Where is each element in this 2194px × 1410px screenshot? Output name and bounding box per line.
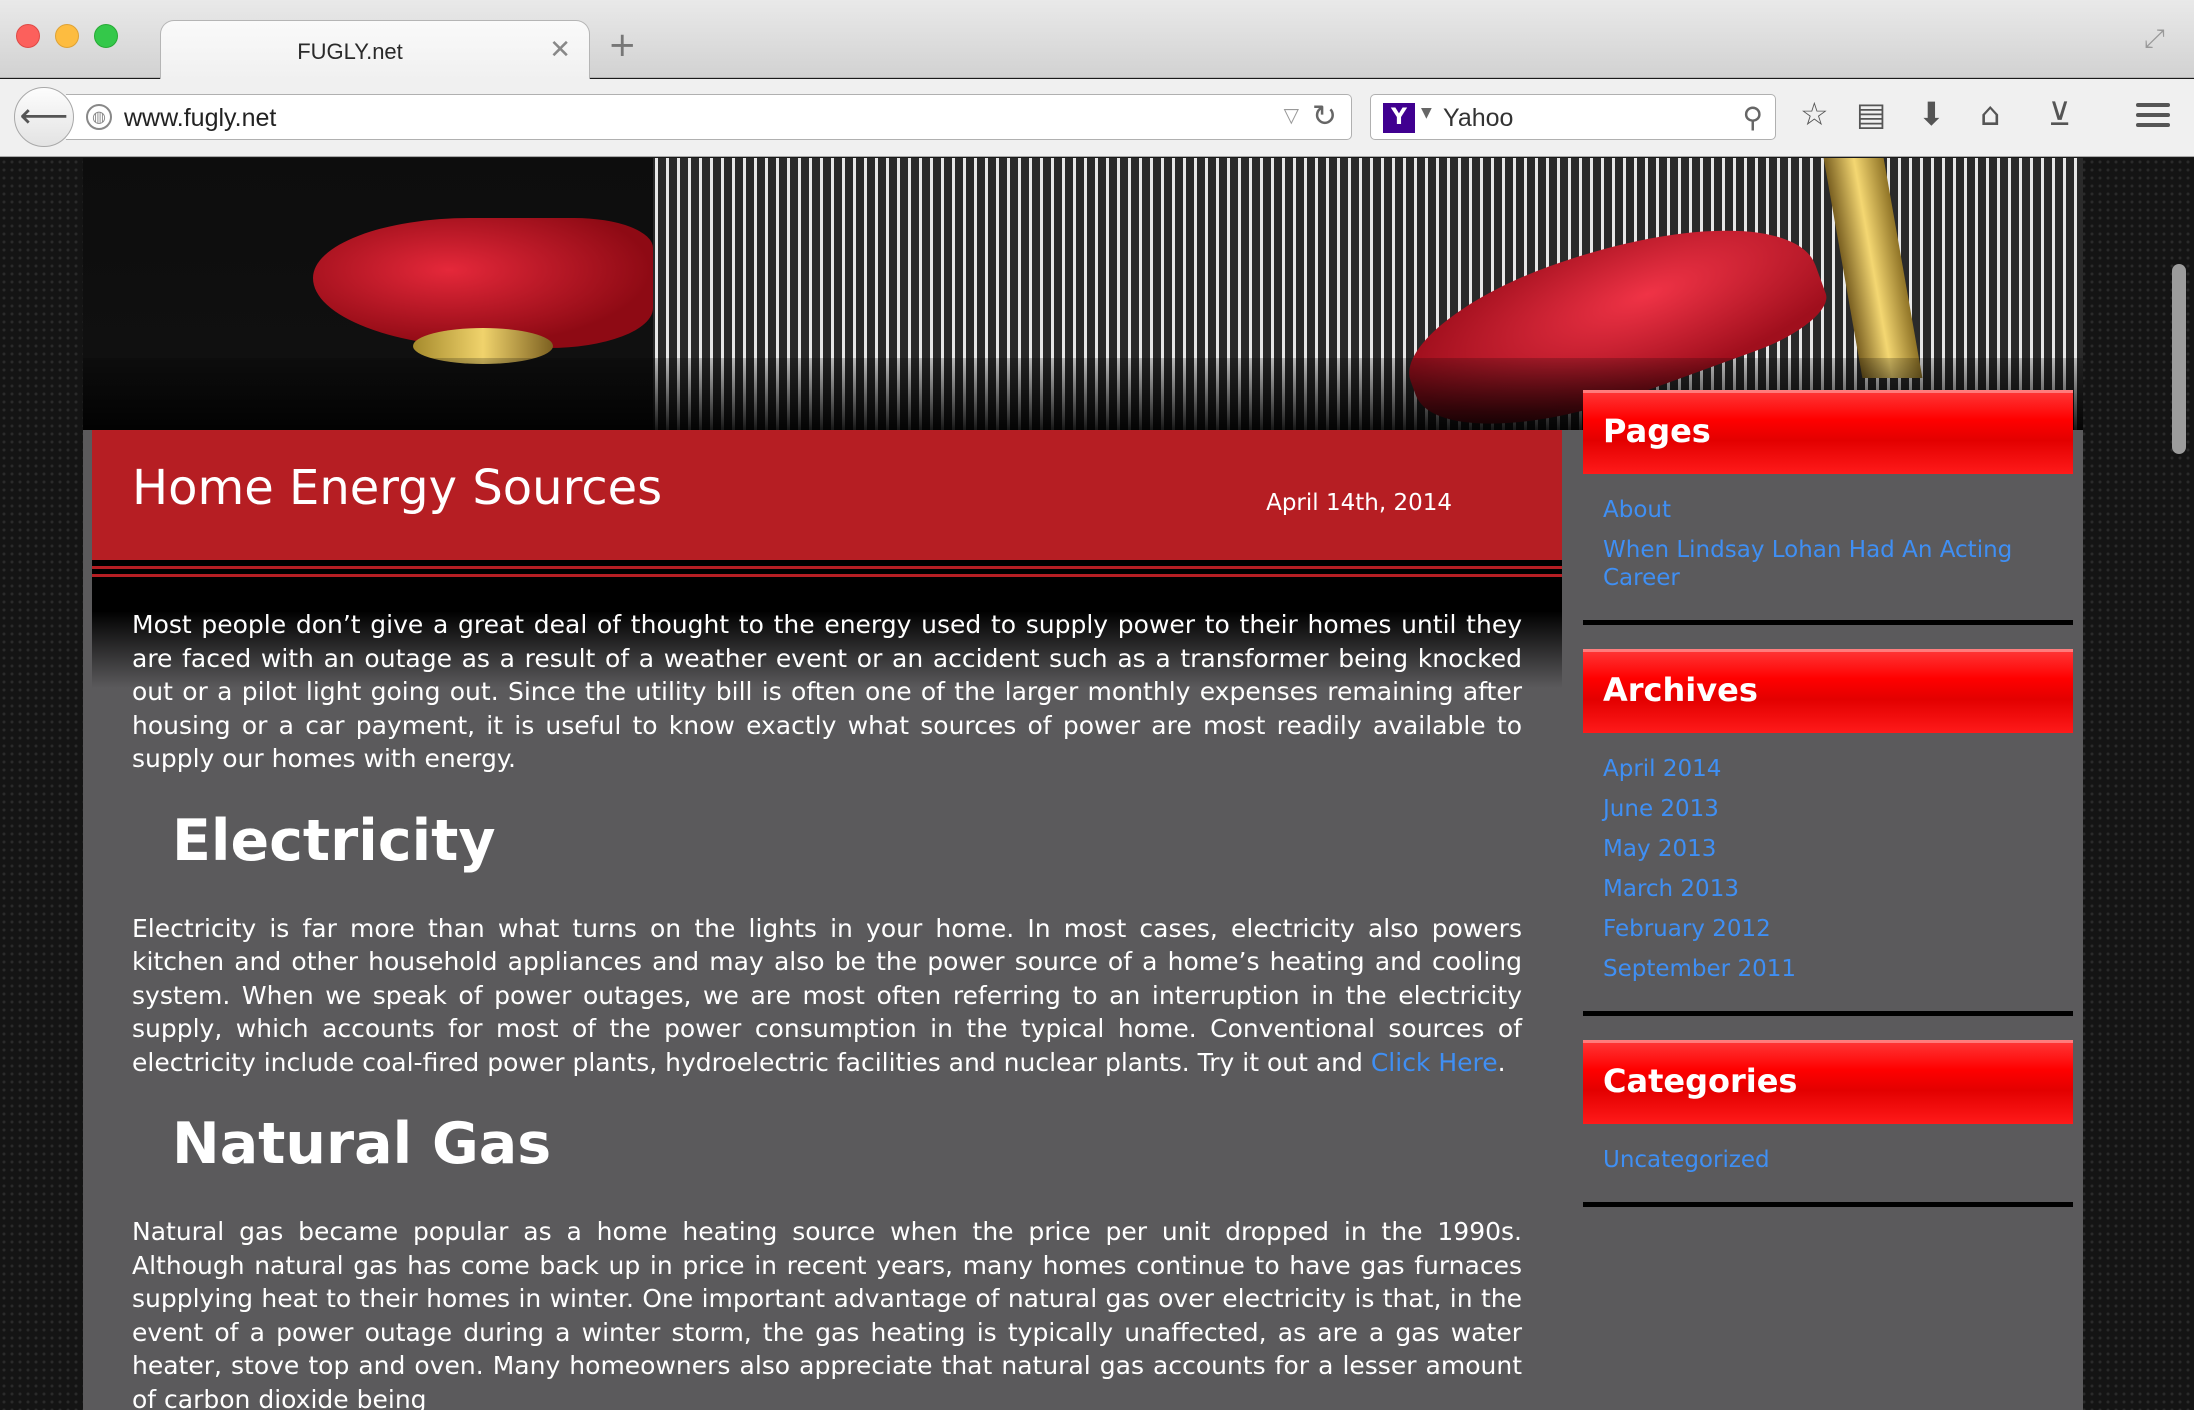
page-link-lindsay-lohan[interactable]: When Lindsay Lohan Had An Acting Career <box>1603 536 2053 592</box>
yahoo-logo-icon[interactable]: Y <box>1383 103 1415 133</box>
post-title[interactable]: Home Energy Sources <box>132 460 662 516</box>
reload-icon[interactable]: ↻ <box>1312 99 1337 134</box>
archive-link[interactable]: February 2012 <box>1603 915 2053 943</box>
pages-widget: Pages About When Lindsay Lohan Had An Ac… <box>1583 390 2073 625</box>
url-history-dropdown-icon[interactable]: ▽ <box>1284 103 1299 127</box>
post-content: Most people don’t give a great deal of t… <box>132 608 1522 1410</box>
pages-widget-title: Pages <box>1583 390 2073 474</box>
archives-widget-title: Archives <box>1583 649 2073 733</box>
post-date: April 14th, 2014 <box>1266 490 1452 516</box>
click-here-link[interactable]: Click Here <box>1371 1048 1498 1077</box>
sidebar: Pages About When Lindsay Lohan Had An Ac… <box>1583 390 2073 1231</box>
natural-gas-paragraph: Natural gas became popular as a home hea… <box>132 1217 1522 1410</box>
menu-hamburger-icon[interactable] <box>2136 103 2170 133</box>
globe-icon: ◍ <box>86 104 112 130</box>
save-download-icon[interactable]: ⊻ <box>2048 95 2071 133</box>
minimize-window-button[interactable] <box>55 24 79 48</box>
categories-list: Uncategorized <box>1583 1124 2073 1207</box>
archives-widget: Archives April 2014 June 2013 May 2013 M… <box>1583 649 2073 1016</box>
vertical-scrollbar-thumb[interactable] <box>2172 264 2186 454</box>
heading-electricity: Electricity <box>172 807 496 874</box>
electricity-paragraph: Electricity is far more than what turns … <box>132 913 1522 1077</box>
url-bar[interactable]: ◍ www.fugly.net ▽ ↻ <box>66 94 1352 140</box>
tab-close-icon[interactable]: ✕ <box>549 35 571 65</box>
search-bar[interactable]: Y ▼ Yahoo ⚲ <box>1370 94 1776 140</box>
heading-natural-gas: Natural Gas <box>172 1111 552 1177</box>
archive-link[interactable]: June 2013 <box>1603 795 2053 823</box>
archives-list: April 2014 June 2013 May 2013 March 2013… <box>1583 733 2073 1016</box>
title-bar: FUGLY.net ✕ + ⤢ <box>0 0 2194 80</box>
nav-toolbar: ◍ www.fugly.net ▽ ↻ ⟵ Y ▼ Yahoo ⚲ ☆ ▤ ⬇ … <box>0 79 2194 157</box>
bookmark-star-icon[interactable]: ☆ <box>1800 95 1829 133</box>
page-viewport: Home Energy Sources April 14th, 2014 Mos… <box>0 158 2194 1410</box>
tab-fugly[interactable]: FUGLY.net ✕ <box>160 20 590 80</box>
tab-title: FUGLY.net <box>297 39 403 64</box>
search-icon[interactable]: ⚲ <box>1742 101 1763 134</box>
new-tab-button[interactable]: + <box>608 28 637 62</box>
back-button[interactable]: ⟵ <box>14 87 74 147</box>
page-link-about[interactable]: About <box>1603 496 2053 524</box>
categories-widget-title: Categories <box>1583 1040 2073 1124</box>
reading-list-icon[interactable]: ▤ <box>1856 95 1886 133</box>
pages-list: About When Lindsay Lohan Had An Acting C… <box>1583 474 2073 625</box>
downloads-arrow-icon[interactable]: ⬇ <box>1918 95 1945 133</box>
close-window-button[interactable] <box>16 24 40 48</box>
intro-paragraph: Most people don’t give a great deal of t… <box>132 610 1522 773</box>
home-icon[interactable]: ⌂ <box>1980 95 2000 133</box>
site-wrapper: Home Energy Sources April 14th, 2014 Mos… <box>83 158 2083 1410</box>
archive-link[interactable]: April 2014 <box>1603 755 2053 783</box>
url-text[interactable]: www.fugly.net <box>124 104 276 133</box>
category-link-uncategorized[interactable]: Uncategorized <box>1603 1146 2053 1174</box>
categories-widget: Categories Uncategorized <box>1583 1040 2073 1207</box>
search-placeholder[interactable]: Yahoo <box>1443 104 1513 133</box>
post-header: Home Energy Sources April 14th, 2014 <box>92 430 1562 560</box>
archive-link[interactable]: March 2013 <box>1603 875 2053 903</box>
archive-link[interactable]: May 2013 <box>1603 835 2053 863</box>
fullscreen-icon[interactable]: ⤢ <box>2144 24 2174 54</box>
archive-link[interactable]: September 2011 <box>1603 955 2053 983</box>
search-engine-dropdown-icon[interactable]: ▼ <box>1421 105 1432 121</box>
zoom-window-button[interactable] <box>94 24 118 48</box>
